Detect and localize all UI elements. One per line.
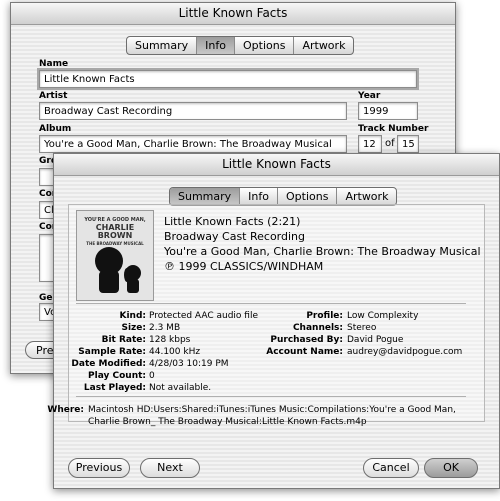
detail-key-profile: Profile: [306, 311, 343, 321]
summary-divider-bottom [76, 396, 466, 397]
previous-button[interactable]: Previous [68, 458, 130, 478]
ok-button[interactable]: OK [424, 458, 478, 478]
detail-value-sample-rate: 44.100 kHz [149, 347, 201, 357]
front-tab-summary[interactable]: Summary [170, 188, 240, 205]
year-field[interactable]: 1999 [358, 102, 418, 120]
summary-album: You're a Good Man, Charlie Brown: The Br… [164, 245, 481, 258]
detail-key-kind: Kind: [119, 311, 146, 321]
back-tab-options[interactable]: Options [234, 37, 293, 54]
name-label: Name [39, 59, 69, 69]
detail-key-date-modified: Date Modified: [71, 359, 146, 369]
detail-value-last-played: Not available. [149, 383, 212, 393]
detail-key-account-name: Account Name: [266, 347, 343, 357]
front-info-window: Little Known Facts Summary Info Options … [53, 153, 500, 489]
detail-key-size: Size: [121, 323, 146, 333]
detail-value-date-modified: 4/28/03 10:19 PM [149, 359, 229, 369]
album-field[interactable]: You're a Good Man, Charlie Brown: The Br… [39, 135, 347, 153]
detail-value-kind: Protected AAC audio file [149, 311, 258, 321]
artist-field[interactable]: Broadway Cast Recording [39, 102, 347, 120]
summary-artist: Broadway Cast Recording [164, 230, 306, 243]
detail-value-channels: Stereo [347, 323, 377, 333]
back-tab-info[interactable]: Info [196, 37, 234, 54]
detail-key-purchased-by: Purchased By: [270, 335, 343, 345]
charlie-brown-silhouette-icon [95, 247, 141, 293]
summary-copyright: ℗ 1999 CLASSICS/WINDHAM [164, 260, 324, 273]
album-artwork: YOU'RE A GOOD MAN, CHARLIE BROWN THE BRO… [76, 210, 154, 301]
name-field[interactable]: Little Known Facts [37, 68, 419, 90]
front-tab-artwork[interactable]: Artwork [336, 188, 396, 205]
back-window-title: Little Known Facts [11, 3, 455, 25]
detail-key-play-count: Play Count: [88, 371, 146, 381]
album-label: Album [39, 124, 72, 134]
year-label: Year [358, 91, 381, 101]
track-number-label: Track Number [358, 124, 429, 134]
back-tab-artwork[interactable]: Artwork [293, 37, 353, 54]
detail-key-bit-rate: Bit Rate: [101, 335, 146, 345]
artist-label: Artist [39, 91, 68, 101]
detail-value-profile: Low Complexity [347, 311, 419, 321]
detail-value-play-count: 0 [149, 371, 155, 381]
front-tab-options[interactable]: Options [277, 188, 336, 205]
where-label: Where: [47, 405, 84, 415]
summary-title: Little Known Facts (2:21) [164, 215, 301, 228]
where-path-line2: Charlie Brown_ The Broadway Musical:Litt… [88, 417, 367, 427]
track-number-field[interactable]: 12 [358, 135, 382, 153]
back-tab-bar: Summary Info Options Artwork [126, 36, 355, 55]
detail-value-account-name: audrey@davidpogue.com [347, 347, 463, 357]
next-button[interactable]: Next [140, 458, 200, 478]
detail-value-size: 2.3 MB [149, 323, 181, 333]
detail-key-last-played: Last Played: [83, 383, 146, 393]
detail-key-channels: Channels: [292, 323, 343, 333]
back-tab-summary[interactable]: Summary [127, 37, 196, 54]
detail-key-sample-rate: Sample Rate: [78, 347, 146, 357]
track-of-label: of [385, 138, 395, 149]
detail-value-bit-rate: 128 kbps [149, 335, 191, 345]
track-total-field[interactable]: 15 [397, 135, 419, 153]
front-window-title: Little Known Facts [54, 154, 499, 176]
detail-value-purchased-by: David Pogue [347, 335, 404, 345]
summary-divider-top [76, 303, 466, 304]
cancel-button[interactable]: Cancel [363, 458, 419, 478]
where-path-line1: Macintosh HD:Users:Shared:iTunes:iTunes … [88, 405, 456, 415]
front-tab-info[interactable]: Info [239, 188, 277, 205]
